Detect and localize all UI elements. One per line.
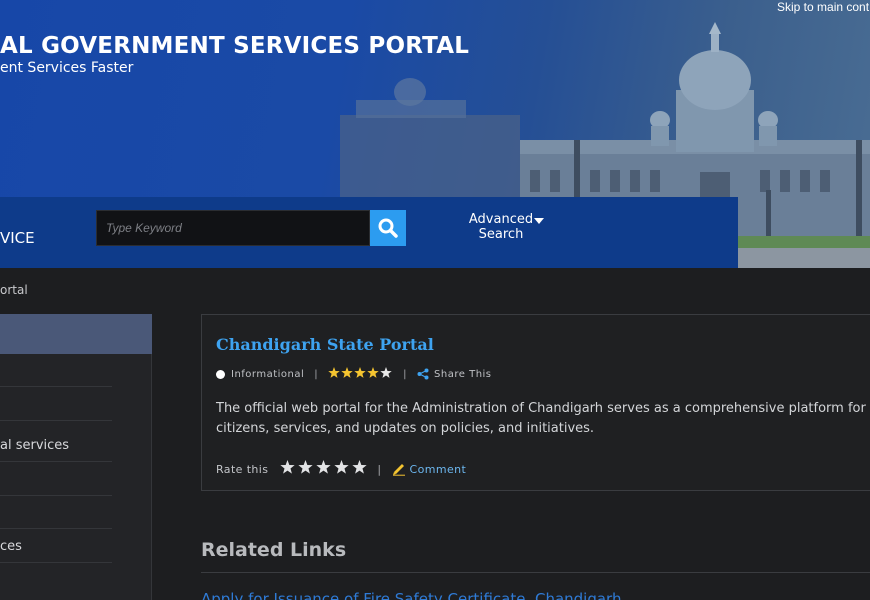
type-dot-icon <box>216 369 225 379</box>
search-input[interactable] <box>97 211 369 245</box>
advanced-search-button[interactable]: Advanced Search <box>455 212 547 242</box>
sidebar-item[interactable] <box>0 463 112 496</box>
sidebar: al services ces <box>0 314 152 600</box>
star-filled-icon <box>328 366 340 378</box>
search-box <box>96 210 370 246</box>
star-filled-icon <box>354 366 366 378</box>
rate-star-icon[interactable] <box>280 460 296 475</box>
site-tagline: ent Services Faster <box>0 60 134 76</box>
divider <box>201 572 870 573</box>
related-links-heading: Related Links <box>201 539 347 561</box>
star-empty-icon <box>380 366 392 378</box>
rate-star-icon[interactable] <box>298 460 314 475</box>
comment-label: Comment <box>409 462 467 476</box>
card-description: The official web portal for the Administ… <box>216 401 866 436</box>
rate-star-icon[interactable] <box>316 460 332 475</box>
pencil-icon <box>392 464 405 476</box>
card-meta: Informational | | Share This <box>216 366 492 382</box>
rate-star-icon[interactable] <box>334 460 350 475</box>
breadcrumb[interactable]: ortal <box>0 283 28 297</box>
rate-stars <box>277 460 368 478</box>
share-icon[interactable] <box>417 368 429 380</box>
sidebar-item[interactable] <box>0 354 112 387</box>
search-icon <box>378 218 398 238</box>
sidebar-item-services[interactable]: al services <box>0 429 112 462</box>
star-filled-icon <box>341 366 353 378</box>
related-link[interactable]: Apply for Issuance of Fire Safety Certif… <box>201 590 621 600</box>
comment-button[interactable]: Comment <box>392 462 467 476</box>
skip-to-main-link[interactable]: Skip to main cont <box>777 0 869 14</box>
rate-label: Rate this <box>216 462 269 476</box>
star-filled-icon <box>367 366 379 378</box>
chevron-down-icon[interactable] <box>534 218 544 224</box>
rate-row: Rate this | Comment <box>216 460 467 478</box>
service-label: VICE <box>0 229 35 247</box>
divider: | <box>377 462 382 476</box>
divider: | <box>314 368 319 380</box>
share-label[interactable]: Share This <box>434 369 491 380</box>
rating-stars <box>328 366 393 382</box>
divider: | <box>403 368 408 380</box>
card-title-link[interactable]: Chandigarh State Portal <box>216 335 434 354</box>
search-button[interactable] <box>370 210 406 246</box>
type-label: Informational <box>231 368 305 380</box>
sidebar-item[interactable] <box>0 388 112 421</box>
page: Skip to main cont AL GOVERNMENT SERVICES… <box>0 0 870 600</box>
sidebar-item-active[interactable] <box>0 314 152 354</box>
sidebar-item[interactable] <box>0 496 112 529</box>
portal-card: Chandigarh State Portal Informational | … <box>201 314 870 491</box>
rate-star-icon[interactable] <box>352 460 368 475</box>
site-title: AL GOVERNMENT SERVICES PORTAL <box>0 33 470 59</box>
sidebar-item-ces[interactable]: ces <box>0 530 112 563</box>
